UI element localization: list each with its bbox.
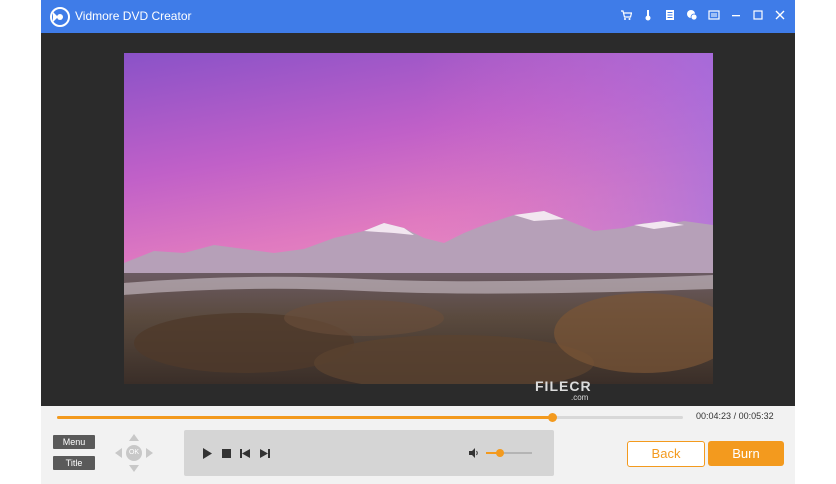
player-controls [184,430,554,476]
close-icon[interactable] [773,8,787,22]
document-icon[interactable] [663,8,677,22]
navigation-dpad: OK [113,432,155,474]
total-time: 00:05:32 [738,411,774,421]
right-arrow-icon[interactable] [146,448,153,458]
watermark-subtext: .com [571,393,589,402]
preview-image [124,53,713,384]
progress-bar[interactable] [57,413,683,422]
video-preview [124,53,713,384]
progress-fill [57,416,552,419]
next-icon[interactable] [257,445,273,461]
menu-button[interactable]: Menu [53,435,95,449]
time-separator: / [733,411,737,421]
ok-button[interactable]: OK [126,445,142,461]
current-time: 00:04:23 [696,411,732,421]
down-arrow-icon[interactable] [129,465,139,472]
key-icon[interactable] [641,8,655,22]
progress-thumb[interactable] [547,413,557,422]
title-button[interactable]: Title [53,456,95,470]
burn-button[interactable]: Burn [708,441,784,466]
maximize-icon[interactable] [751,8,765,22]
stop-icon[interactable] [218,445,234,461]
previous-icon[interactable] [237,445,253,461]
app-logo-icon [50,7,70,27]
play-icon[interactable] [199,445,215,461]
minimize-icon[interactable] [729,8,743,22]
title-bar: Vidmore DVD Creator [41,0,795,33]
app-title: Vidmore DVD Creator [75,9,192,23]
volume-icon[interactable] [468,447,480,459]
control-bar: 00:04:23 / 00:05:32 Menu Title OK Back B… [41,406,795,484]
menu-icon[interactable] [707,8,721,22]
time-display: 00:04:23 / 00:05:32 [696,411,774,421]
up-arrow-icon[interactable] [129,434,139,441]
chat-icon[interactable] [685,8,699,22]
left-arrow-icon[interactable] [115,448,122,458]
title-bar-controls [619,8,787,22]
app-window: Vidmore DVD Creator FILECR .com 00:04:23… [41,0,795,484]
volume-thumb[interactable] [495,449,504,457]
back-button[interactable]: Back [627,441,705,467]
preview-area: FILECR .com [41,33,795,406]
cart-icon[interactable] [619,8,633,22]
volume-slider[interactable] [486,449,532,457]
